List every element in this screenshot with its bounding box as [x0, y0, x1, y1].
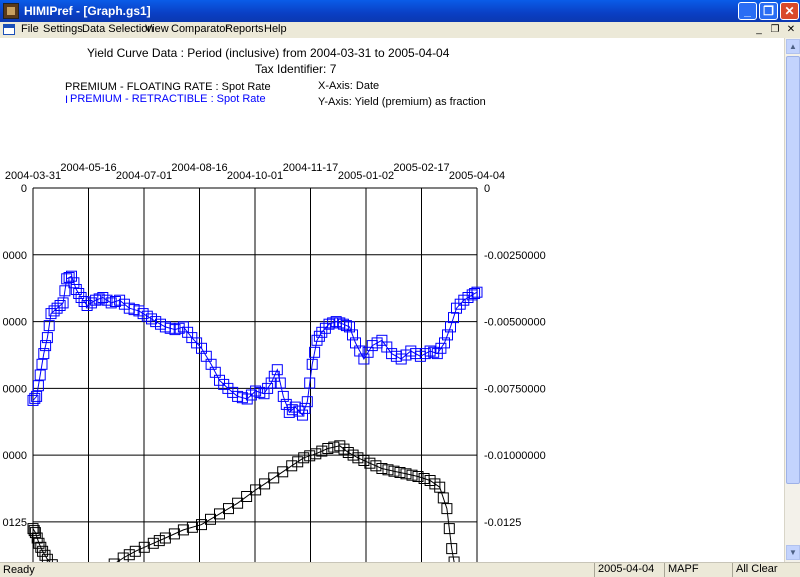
y-right-tick-labels: 0 -0.00250000 -0.00500000 -0.00750000 -0.010…	[484, 183, 546, 529]
mdi-restore-button[interactable]: ❐	[768, 24, 782, 36]
y-left-tick-label: 0000	[3, 250, 27, 262]
scroll-up-button[interactable]: ▲	[786, 39, 800, 54]
y-left-tick-labels: 000000000000000000125	[3, 183, 27, 529]
x-tick-label: 2004-07-01	[116, 170, 172, 182]
y-left-tick-label: 0125	[3, 517, 27, 529]
x-axis-label: X-Axis: Date	[318, 80, 379, 92]
app-icon[interactable]	[3, 3, 19, 19]
chart-grid	[32, 187, 478, 562]
y-right-tick-label: -0.00750000	[484, 383, 546, 395]
menu-settings[interactable]: Settings	[43, 23, 83, 35]
y-right-tick-label: -0.00250000	[484, 250, 546, 262]
maximize-button[interactable]: ❐	[759, 2, 778, 20]
x-tick-label: 2005-04-04	[449, 170, 505, 182]
close-button[interactable]: ✕	[780, 2, 799, 20]
y-right-tick-label: -0.00500000	[484, 317, 546, 329]
graph-window: Yield Curve Data : Period (inclusive) fr…	[0, 38, 784, 562]
title-bar: HIMIPref - [Graph.gs1] _ ❐ ✕	[0, 0, 800, 22]
x-tick-labels: 2004-03-312004-05-162004-07-012004-08-16…	[5, 162, 505, 182]
chart-subtitle: Tax Identifier: 7	[255, 62, 337, 76]
menu-data-selection[interactable]: Data Selection	[82, 23, 154, 35]
x-tick-label: 2004-05-16	[60, 162, 116, 174]
y-right-tick-label: 0	[484, 183, 490, 195]
y-left-tick-label: 0000	[3, 450, 27, 462]
scroll-down-button[interactable]: ▼	[786, 545, 800, 560]
menu-help[interactable]: Help	[264, 23, 287, 35]
x-tick-label: 2005-02-17	[393, 162, 449, 174]
status-date: 2005-04-04	[594, 563, 662, 577]
legend-retractible-prefix: I	[65, 94, 68, 106]
menu-comparator[interactable]: Comparator	[171, 23, 229, 35]
y-axis-label: Y-Axis: Yield (premium) as fraction	[318, 96, 486, 108]
legend-floating-rate: PREMIUM - FLOATING RATE : Spot Rate	[65, 81, 271, 93]
menu-view[interactable]: View	[145, 23, 169, 35]
status-bar: Ready 2005-04-04 MAPF All Clear	[0, 562, 800, 577]
mdi-close-button[interactable]: ✕	[784, 24, 798, 36]
y-right-tick-label: -0.0125	[484, 517, 521, 529]
status-code: MAPF	[664, 563, 730, 577]
scroll-thumb[interactable]	[786, 56, 800, 484]
window-title: HIMIPref - [Graph.gs1]	[24, 4, 151, 18]
x-tick-label: 2004-10-01	[227, 170, 283, 182]
x-tick-label: 2004-11-17	[283, 162, 338, 174]
y-left-tick-label: 0000	[3, 383, 27, 395]
x-tick-label: 2004-03-31	[5, 170, 61, 182]
x-tick-label: 2004-08-16	[171, 162, 227, 174]
mdi-minimize-button[interactable]: _	[752, 24, 766, 36]
chart-title: Yield Curve Data : Period (inclusive) fr…	[87, 46, 450, 60]
yield-curve-chart: Yield Curve Data : Period (inclusive) fr…	[3, 46, 546, 562]
y-left-tick-label: 0000	[3, 317, 27, 329]
menu-reports[interactable]: Reports	[225, 23, 264, 35]
series-line-floating-rate	[32, 445, 455, 562]
status-ready: Ready	[3, 564, 35, 576]
menu-bar: File Settings Data Selection View Compar…	[0, 22, 800, 38]
status-state: All Clear	[732, 563, 800, 577]
minimize-button[interactable]: _	[738, 2, 757, 20]
legend-retractible: PREMIUM - RETRACTIBLE : Spot Rate	[70, 93, 266, 105]
y-right-tick-label: -0.01000000	[484, 450, 546, 462]
x-tick-label: 2005-01-02	[338, 170, 394, 182]
document-icon[interactable]	[3, 24, 15, 35]
y-left-tick-label: 0	[21, 183, 27, 195]
vertical-scrollbar[interactable]: ▲ ▼	[784, 38, 800, 562]
menu-file[interactable]: File	[21, 23, 39, 35]
